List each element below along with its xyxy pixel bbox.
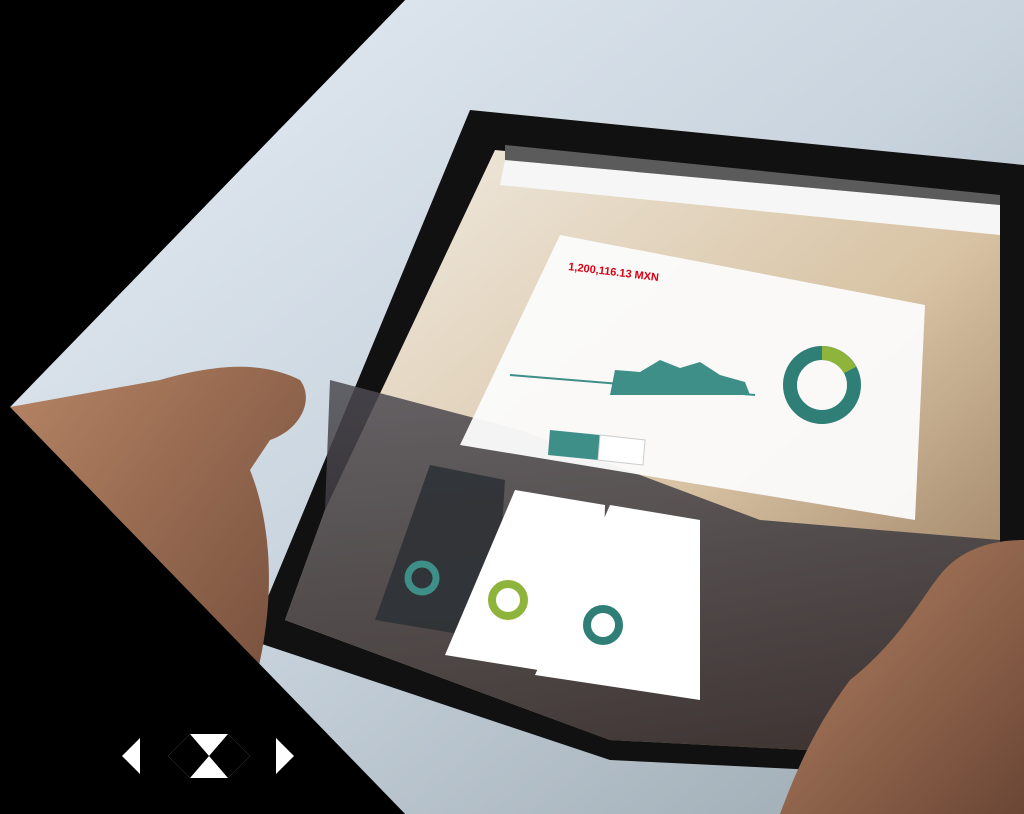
photo-scene: 1,200,116.13 MXN [0, 0, 1024, 814]
chart-toggle-active[interactable] [548, 430, 600, 460]
chart-toggle-inactive[interactable] [597, 434, 646, 466]
